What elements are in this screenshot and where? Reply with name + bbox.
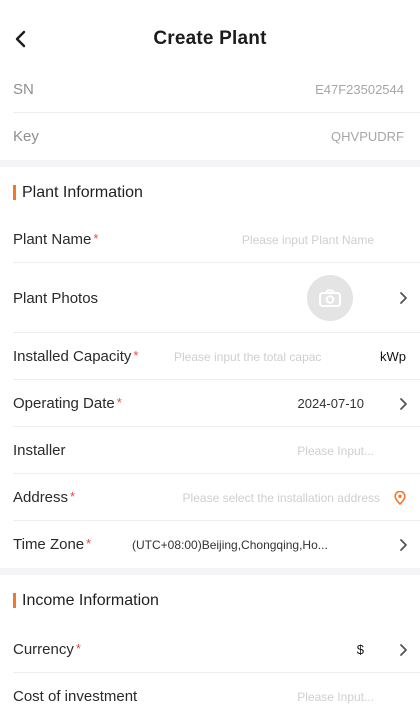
cost-of-investment-row[interactable]: Cost of investment Please Input... <box>0 673 420 709</box>
time-zone-label: Time Zone * <box>13 536 92 553</box>
currency-label: Currency * <box>13 641 81 658</box>
plant-name-row[interactable]: Plant Name * Please input Plant Name <box>0 216 420 263</box>
capacity-unit: kWp <box>380 349 406 364</box>
time-zone-row[interactable]: Time Zone * (UTC+08:00)Beijing,Chongqing,… <box>0 521 420 568</box>
required-mark: * <box>93 231 99 246</box>
upload-photo-button[interactable] <box>307 275 353 321</box>
key-row: Key QHVPUDRF <box>0 113 420 160</box>
required-mark: * <box>70 489 76 504</box>
key-label: Key <box>13 128 39 145</box>
section-accent-bar <box>13 185 16 200</box>
income-information-header: Income Information <box>0 575 420 627</box>
installer-row[interactable]: Installer Please Input... <box>0 427 420 474</box>
operating-date-chevron[interactable] <box>399 380 408 427</box>
required-mark: * <box>75 641 81 656</box>
required-mark: * <box>86 536 92 551</box>
installed-capacity-row[interactable]: Installed Capacity * Please input the tot… <box>0 333 420 380</box>
currency-row[interactable]: Currency * $ <box>0 626 420 673</box>
operating-date-row[interactable]: Operating Date * 2024-07-10 <box>0 380 420 427</box>
plant-photos-label: Plant Photos <box>13 289 99 307</box>
time-zone-value[interactable]: (UTC+08:00)Beijing,Chongqing,Ho... <box>132 521 328 568</box>
plant-information-title: Plant Information <box>22 184 143 201</box>
chevron-right-icon <box>400 292 407 304</box>
plant-name-label: Plant Name * <box>13 231 99 248</box>
required-mark: * <box>116 395 122 410</box>
time-zone-chevron[interactable] <box>399 521 408 568</box>
sn-label: SN <box>13 81 34 98</box>
address-label: Address * <box>13 489 76 506</box>
required-mark: * <box>133 348 139 363</box>
chevron-right-icon <box>400 643 407 656</box>
plant-photos-chevron[interactable] <box>399 263 408 333</box>
operating-date-value[interactable]: 2024-07-10 <box>298 380 365 427</box>
key-value: QHVPUDRF <box>331 129 404 144</box>
section-gap <box>0 568 420 575</box>
cost-of-investment-input[interactable]: Please Input... <box>297 673 374 709</box>
address-row[interactable]: Address * Please select the installation … <box>0 474 420 521</box>
address-input[interactable]: Please select the installation address <box>183 474 380 521</box>
chevron-right-icon <box>400 397 407 410</box>
installer-input[interactable]: Please Input... <box>297 427 374 474</box>
camera-icon <box>319 289 341 307</box>
installed-capacity-label: Installed Capacity * <box>13 348 139 365</box>
currency-value[interactable]: $ <box>357 626 364 673</box>
plant-information-header: Plant Information <box>0 167 420 219</box>
operating-date-label: Operating Date * <box>13 395 122 412</box>
plant-photos-row[interactable]: Plant Photos <box>0 263 420 333</box>
currency-chevron[interactable] <box>399 626 408 673</box>
installed-capacity-input[interactable]: Please input the total capac <box>174 333 321 380</box>
sn-row: SN E47F23502544 <box>0 66 420 113</box>
section-accent-bar <box>13 593 16 608</box>
income-information-title: Income Information <box>22 592 159 609</box>
cost-of-investment-label: Cost of investment <box>13 688 138 705</box>
plant-name-input[interactable]: Please input Plant Name <box>242 216 374 263</box>
page-title: Create Plant <box>153 28 267 49</box>
chevron-right-icon <box>400 538 407 551</box>
top-nav-bar: Create Plant <box>0 0 420 66</box>
installer-label: Installer <box>13 442 66 459</box>
section-gap <box>0 160 420 167</box>
location-pin-icon <box>394 490 406 505</box>
address-location-button[interactable] <box>394 474 406 521</box>
sn-value: E47F23502544 <box>315 82 404 97</box>
